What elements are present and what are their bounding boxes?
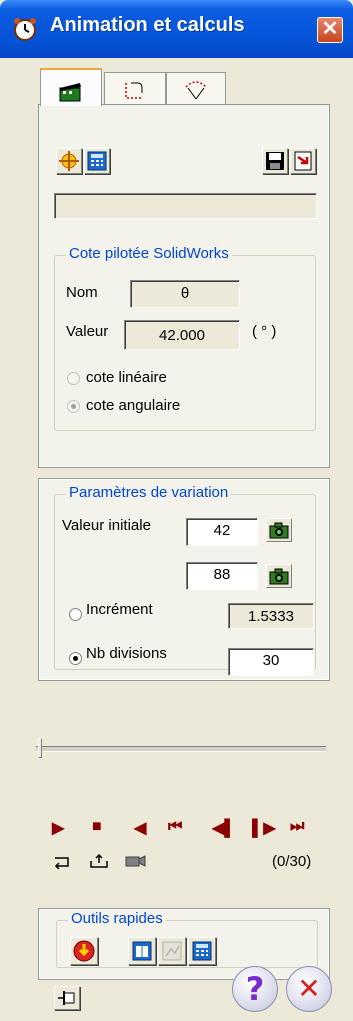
export-icon (294, 151, 312, 171)
calculator-button[interactable] (84, 148, 110, 174)
calculator-quick-button[interactable] (188, 937, 216, 965)
save-button[interactable] (262, 148, 288, 174)
increment-value: 1.5333 (248, 608, 294, 625)
cancel-button[interactable]: ✕ (286, 966, 332, 1012)
frame-counter: (0/30) (272, 853, 312, 870)
export-button[interactable] (290, 148, 316, 174)
nb-divisions-label: Nb divisions (86, 645, 167, 662)
last-frame-button[interactable]: ⏭ (290, 818, 304, 836)
pin-button[interactable] (54, 986, 80, 1010)
variation-group-title: Paramètres de variation (66, 484, 232, 501)
radio-selected-dot (73, 656, 78, 661)
cote-angulaire-label: cote angulaire (86, 397, 181, 414)
status-field (54, 193, 317, 219)
next-button[interactable]: ▌▶ (252, 818, 276, 838)
quick-tools-title: Outils rapides (68, 910, 166, 927)
stop-button[interactable]: ■ (92, 818, 102, 836)
cote-lineaire-label: cote linéaire (86, 369, 167, 386)
cote-group-title: Cote pilotée SolidWorks (66, 245, 232, 262)
help-icon: ? (245, 970, 265, 1008)
valeur-initiale-input[interactable]: 42 (186, 518, 258, 546)
first-frame-button[interactable]: ⏮ (168, 818, 182, 836)
valeur-value: 42.000 (159, 327, 205, 344)
increment-radio[interactable] (69, 608, 82, 621)
film-clapper-icon (59, 83, 81, 102)
chart-button-disabled[interactable] (158, 937, 186, 965)
title-bar[interactable]: Animation et calculs ✕ (0, 0, 353, 58)
increment-field: 1.5333 (228, 603, 314, 629)
unit-label: ( ° ) (252, 323, 277, 340)
calculator-icon (192, 941, 212, 961)
cote-angulaire-radio[interactable] (67, 400, 80, 413)
camera-icon (269, 568, 289, 585)
valeur-label: Valeur (66, 323, 109, 340)
cote-lineaire-radio[interactable] (67, 372, 80, 385)
valeur-initiale-value: 42 (213, 522, 231, 539)
pin-icon (58, 991, 75, 1005)
table-button[interactable] (128, 937, 156, 965)
nb-divisions-value: 30 (262, 652, 280, 669)
radio-selected-dot (71, 404, 76, 409)
dashed-angle-icon (125, 82, 143, 99)
table-icon (132, 941, 152, 961)
nom-label: Nom (66, 284, 98, 301)
help-button[interactable]: ? (232, 966, 278, 1012)
tab-animation[interactable] (40, 68, 102, 106)
rebuild-button[interactable] (70, 937, 98, 965)
camera-icon (269, 522, 289, 539)
record-video-icon[interactable] (124, 854, 146, 868)
calculator-icon (87, 151, 107, 171)
cancel-icon: ✕ (297, 972, 321, 1005)
close-icon: ✕ (321, 18, 339, 40)
nom-field: θ (130, 280, 240, 308)
valeur-finale-input[interactable]: 88 (186, 562, 258, 590)
rebuild-icon (73, 940, 95, 962)
frame-slider[interactable] (36, 746, 326, 752)
alarm-clock-icon (14, 18, 36, 41)
animation-window: Animation et calculs ✕ Cote pilotée Soli… (0, 0, 353, 1021)
valeur-field: 42.000 (124, 320, 240, 350)
nom-value: θ (180, 285, 190, 302)
target-button[interactable] (56, 148, 82, 174)
valeur-finale-value: 88 (213, 566, 231, 583)
arc-angle-icon (185, 81, 207, 100)
nb-divisions-radio[interactable] (69, 652, 82, 665)
step-back-button[interactable]: ◀ (134, 818, 146, 838)
chart-disabled-icon (162, 941, 182, 961)
bounce-icon[interactable] (88, 853, 110, 869)
increment-label: Incrément (86, 601, 153, 618)
slider-thumb[interactable] (38, 738, 42, 758)
play-button[interactable]: ▶ (52, 818, 64, 838)
valeur-initiale-label: Valeur initiale (62, 517, 151, 534)
previous-button[interactable]: ◀▌ (212, 818, 236, 838)
target-cross-icon (59, 151, 79, 171)
tab-sketch[interactable] (104, 72, 166, 106)
capture-initial-button[interactable] (266, 518, 292, 542)
window-title: Animation et calculs (50, 14, 245, 36)
tab-curve[interactable] (166, 72, 226, 106)
capture-final-button[interactable] (266, 564, 292, 588)
close-button[interactable]: ✕ (317, 17, 343, 43)
nb-divisions-input[interactable]: 30 (228, 648, 314, 676)
loop-icon[interactable] (52, 855, 72, 869)
save-icon (266, 152, 284, 170)
